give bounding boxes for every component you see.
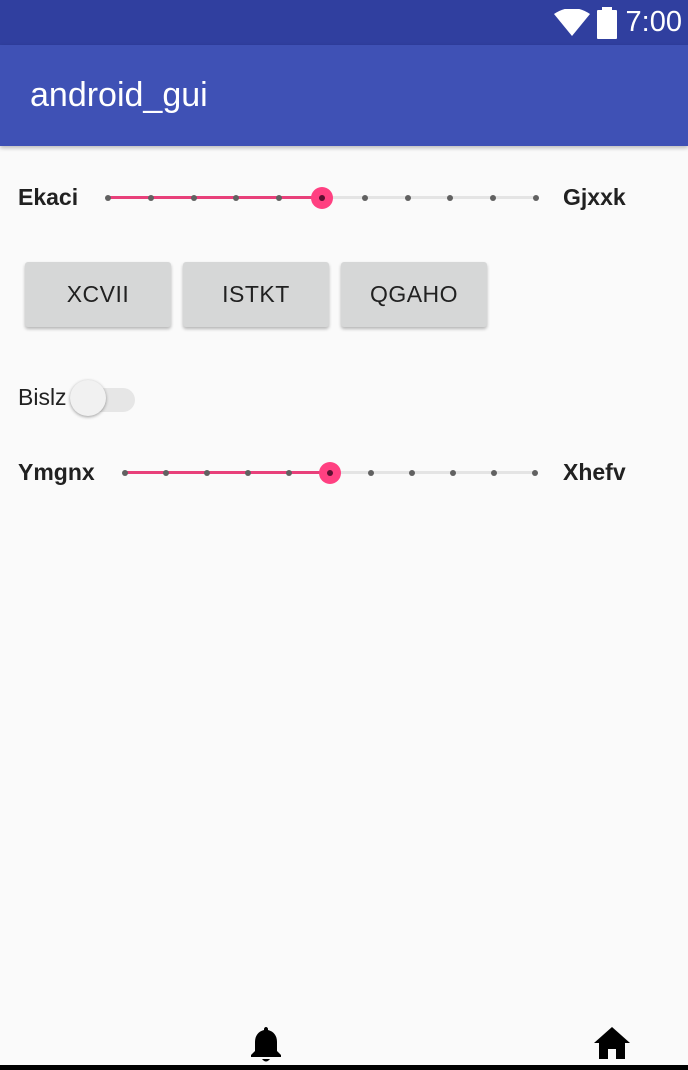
istkt-button[interactable]: ISTKT: [183, 262, 329, 327]
switch-label: Bislz: [18, 384, 67, 410]
bell-icon[interactable]: [249, 1025, 283, 1063]
slider-row-1: Ekaci Gjxxk: [0, 169, 688, 225]
slider-1-tick: [490, 194, 497, 201]
app-title: android_gui: [30, 76, 208, 114]
status-icons: 7:00: [553, 0, 682, 45]
qgaho-button[interactable]: QGAHO: [341, 262, 487, 327]
slider-1-tick: [404, 194, 411, 201]
slider-2-left-label: Ymgnx: [18, 459, 95, 485]
slider-1-right-label: Gjxxk: [563, 184, 626, 210]
switch-row: Bislz: [0, 372, 688, 422]
slider-2-tick: [204, 469, 210, 476]
xcvii-button[interactable]: XCVII: [25, 262, 171, 327]
slider-1-tick: [190, 194, 197, 201]
slider-2-thumb[interactable]: [319, 461, 341, 484]
slider-1-tick: [276, 194, 283, 201]
app-bar: android_gui: [0, 45, 688, 146]
slider-2-tick: [491, 469, 497, 476]
slider-1-thumb-dot: [319, 194, 325, 201]
slider-2-right-label: Xhefv: [563, 459, 626, 485]
slider-1-tick: [361, 194, 368, 201]
slider-2-tick: [368, 469, 374, 476]
slider-2-tick: [532, 469, 538, 476]
slider-1-tick: [147, 194, 154, 201]
slider-1-tick: [233, 194, 240, 201]
slider-2-tick: [286, 469, 292, 476]
slider-1[interactable]: [105, 186, 539, 209]
home-icon[interactable]: [593, 1025, 631, 1061]
slider-2-thumb-dot: [327, 469, 333, 476]
slider-1-tick: [533, 194, 539, 201]
battery-icon: [596, 6, 617, 39]
slider-1-thumb[interactable]: [311, 186, 333, 209]
slider-2-tick: [122, 469, 128, 476]
slider-1-left-label: Ekaci: [18, 184, 79, 210]
bottom-bar: [0, 1065, 688, 1070]
status-time: 7:00: [625, 6, 682, 38]
switch-thumb[interactable]: [70, 380, 106, 416]
slider-2-active-track: [125, 471, 330, 474]
slider-1-active-track: [108, 196, 322, 199]
slider-2-tick: [163, 469, 169, 476]
slider-row-2: Ymgnx Xhefv: [0, 444, 688, 500]
slider-2-tick: [450, 469, 456, 476]
slider-1-tick: [447, 194, 454, 201]
status-bar: 7:00: [0, 0, 688, 45]
slider-2-tick: [245, 469, 251, 476]
slider-2-tick: [409, 469, 415, 476]
slider-2[interactable]: [122, 461, 538, 484]
slider-1-tick: [105, 194, 111, 201]
wifi-icon: [553, 8, 590, 36]
